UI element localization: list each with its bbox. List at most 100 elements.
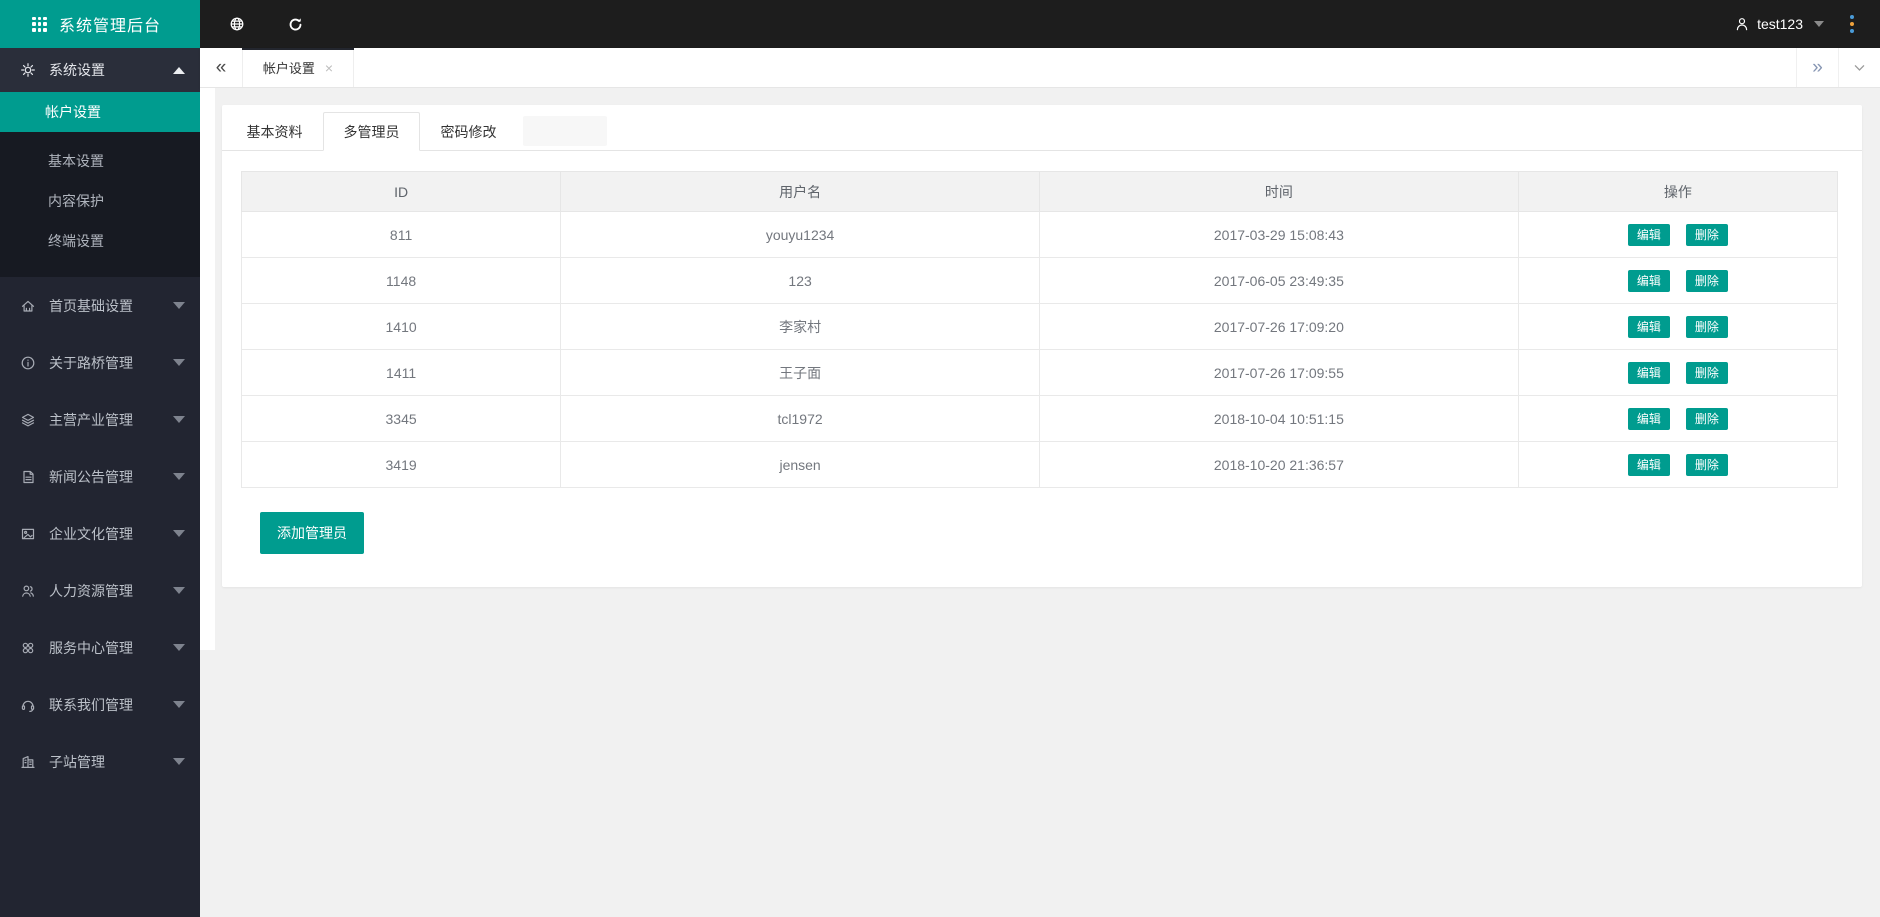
sidebar-item-system-settings[interactable]: 系统设置: [0, 48, 200, 92]
delete-button[interactable]: 删除: [1685, 269, 1728, 292]
sidebar-item-account-settings-active[interactable]: 帐户设置: [0, 92, 200, 132]
sidebar-item[interactable]: 新闻公告管理: [0, 448, 200, 505]
table-row: 3345 tcl1972 2018-10-04 10:51:15 编辑 删除: [240, 395, 1839, 442]
delete-button[interactable]: 删除: [1685, 361, 1728, 384]
tabs-dropdown-button[interactable]: [1838, 48, 1880, 87]
cell-actions: 编辑 删除: [1517, 211, 1839, 258]
edit-button[interactable]: 编辑: [1627, 453, 1670, 476]
cell-id: 1148: [240, 257, 562, 304]
sidebar-item[interactable]: 关于路桥管理: [0, 334, 200, 391]
close-icon[interactable]: ×: [325, 60, 333, 76]
user-icon: [1734, 16, 1750, 32]
sidebar-item[interactable]: 服务中心管理: [0, 619, 200, 676]
chevron-down-icon: [173, 530, 185, 537]
building-icon: [20, 754, 36, 770]
user-menu[interactable]: test123: [1734, 16, 1824, 32]
edit-button[interactable]: 编辑: [1627, 361, 1670, 384]
chevron-down-icon: [173, 359, 185, 366]
cell-time: 2017-07-26 17:09:55: [1038, 349, 1519, 396]
chevron-down-icon: [173, 644, 185, 651]
edit-button[interactable]: 编辑: [1627, 223, 1670, 246]
delete-button[interactable]: 删除: [1685, 407, 1728, 430]
sidebar: 系统管理后台 系统设置 帐户设置 基本设置 内容保护 终端设置 首页基础设置 关…: [0, 0, 200, 917]
people-icon: [20, 583, 36, 599]
cell-actions: 编辑 删除: [1517, 441, 1839, 488]
edit-button[interactable]: 编辑: [1627, 269, 1670, 292]
image-icon: [20, 526, 36, 542]
cell-username: tcl1972: [560, 395, 1040, 442]
tab-label: 帐户设置: [262, 61, 315, 76]
cell-id: 3419: [240, 441, 562, 488]
sidebar-menu: 首页基础设置 关于路桥管理 主营产业管理 新闻公告管理 企业文化管理 人力资源管…: [0, 277, 200, 790]
sidebar-item[interactable]: 人力资源管理: [0, 562, 200, 619]
cell-username: 李家村: [560, 303, 1040, 350]
cell-time: 2018-10-20 21:36:57: [1038, 441, 1519, 488]
chevron-down-icon: [173, 587, 185, 594]
sidebar-subitem[interactable]: 基本设置: [0, 141, 200, 181]
sidebar-submenu: 基本设置 内容保护 终端设置: [0, 132, 200, 277]
gear-icon: [20, 62, 36, 78]
app-logo: 系统管理后台: [0, 0, 200, 48]
sidebar-parent-label: 系统设置: [49, 62, 105, 78]
chevron-down-icon: [173, 302, 185, 309]
app-window: 系统管理后台 系统设置 帐户设置 基本设置 内容保护 终端设置 首页基础设置 关…: [0, 0, 1880, 917]
chevron-down-icon: [173, 701, 185, 708]
add-admin-button[interactable]: 添加管理员: [260, 512, 364, 554]
delete-button[interactable]: 删除: [1685, 315, 1728, 338]
layers-icon: [20, 412, 36, 428]
edit-button[interactable]: 编辑: [1627, 407, 1670, 430]
panel-tab[interactable]: 基本资料: [226, 112, 323, 151]
refresh-icon[interactable]: [282, 11, 308, 37]
delete-button[interactable]: 删除: [1685, 453, 1728, 476]
cell-id: 3345: [240, 395, 562, 442]
cell-username: jensen: [560, 441, 1040, 488]
tab-account-settings[interactable]: 帐户设置 ×: [242, 48, 354, 87]
chevron-up-icon: [173, 66, 185, 74]
globe-icon[interactable]: [224, 11, 250, 37]
sidebar-item[interactable]: 联系我们管理: [0, 676, 200, 733]
info-icon: [20, 355, 36, 371]
cell-actions: 编辑 删除: [1517, 349, 1839, 396]
cell-time: 2017-03-29 15:08:43: [1038, 211, 1519, 258]
delete-button[interactable]: 删除: [1685, 223, 1728, 246]
expand-tabs-button[interactable]: »: [1796, 48, 1838, 87]
chevron-down-icon: [173, 473, 185, 480]
table-row: 811 youyu1234 2017-03-29 15:08:43 编辑 删除: [240, 211, 1839, 258]
news-icon: [20, 469, 36, 485]
cell-username: youyu1234: [560, 211, 1040, 258]
sidebar-item[interactable]: 子站管理: [0, 733, 200, 790]
table-header-cell: 时间: [1038, 171, 1519, 212]
app-title: 系统管理后台: [59, 18, 162, 35]
left-gutter: [200, 88, 215, 650]
table-header-row: ID 用户名 时间 操作: [240, 171, 1839, 212]
edit-button[interactable]: 编辑: [1627, 315, 1670, 338]
active-subitem-label: 帐户设置: [45, 104, 101, 120]
cell-id: 811: [240, 211, 562, 258]
cell-id: 1410: [240, 303, 562, 350]
service-icon: [20, 640, 36, 656]
table-header-cell: ID: [240, 171, 562, 212]
table-row: 3419 jensen 2018-10-20 21:36:57 编辑 删除: [240, 441, 1839, 488]
sidebar-subitem[interactable]: 内容保护: [0, 181, 200, 221]
collapse-tabs-button[interactable]: «: [200, 48, 242, 87]
grid-icon: [32, 16, 47, 32]
cell-actions: 编辑 删除: [1517, 303, 1839, 350]
sidebar-subitem[interactable]: 终端设置: [0, 221, 200, 261]
tab-strip: « 帐户设置 × »: [200, 48, 1880, 88]
cell-actions: 编辑 删除: [1517, 257, 1839, 304]
sidebar-item[interactable]: 首页基础设置: [0, 277, 200, 334]
table-row: 1410 李家村 2017-07-26 17:09:20 编辑 删除: [240, 303, 1839, 350]
cell-id: 1411: [240, 349, 562, 396]
cell-time: 2017-06-05 23:49:35: [1038, 257, 1519, 304]
table-header-cell: 用户名: [560, 171, 1040, 212]
kebab-menu-icon[interactable]: [1844, 11, 1860, 37]
sidebar-item[interactable]: 企业文化管理: [0, 505, 200, 562]
panel-tab[interactable]: 密码修改: [420, 112, 517, 151]
sidebar-item[interactable]: 主营产业管理: [0, 391, 200, 448]
cell-username: 123: [560, 257, 1040, 304]
panel-tab[interactable]: 多管理员: [323, 112, 420, 151]
admin-table: ID 用户名 时间 操作 811 youyu1234 2017-03-29 15:08…: [240, 171, 1839, 488]
cell-time: 2018-10-04 10:51:15: [1038, 395, 1519, 442]
chevron-down-icon: [1814, 21, 1824, 27]
cell-time: 2017-07-26 17:09:20: [1038, 303, 1519, 350]
